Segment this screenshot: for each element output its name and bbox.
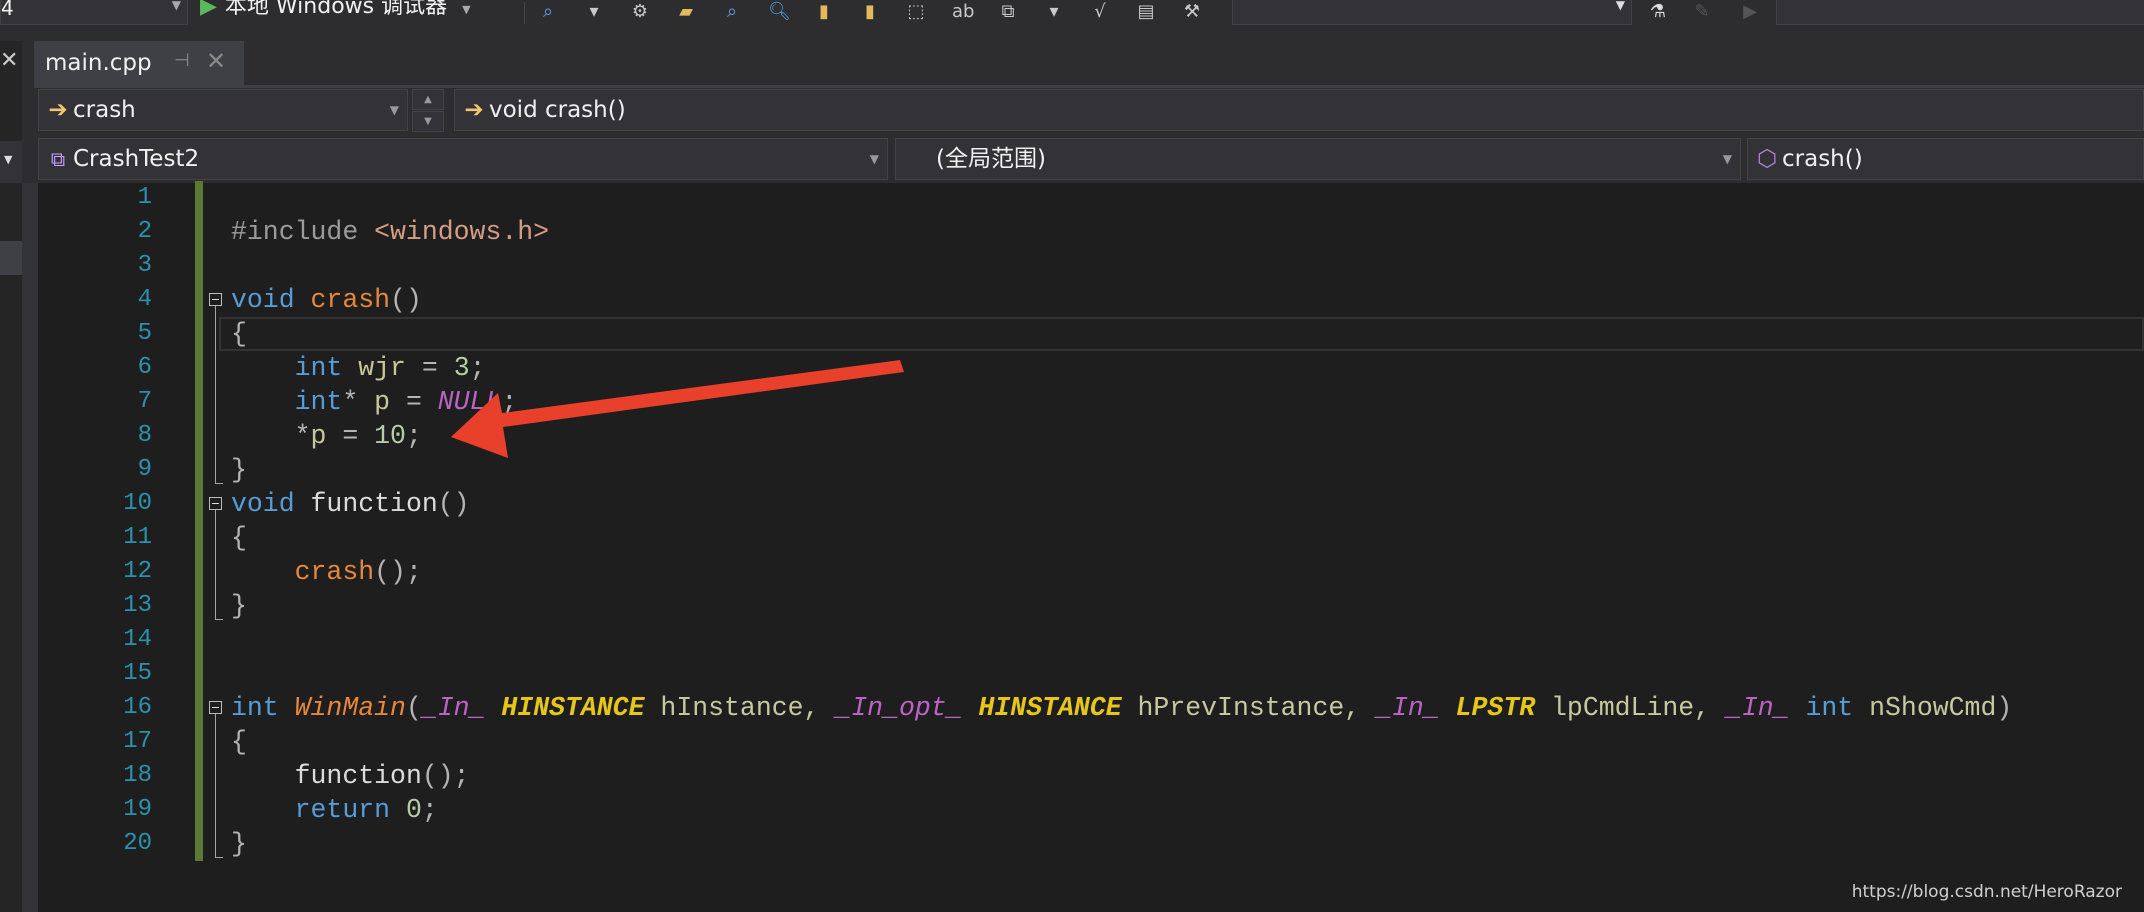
watermark: https://blog.csdn.net/HeroRazor: [1851, 882, 2122, 902]
annotation-arrow: [451, 360, 904, 458]
red-arrow-shape: [451, 360, 904, 458]
